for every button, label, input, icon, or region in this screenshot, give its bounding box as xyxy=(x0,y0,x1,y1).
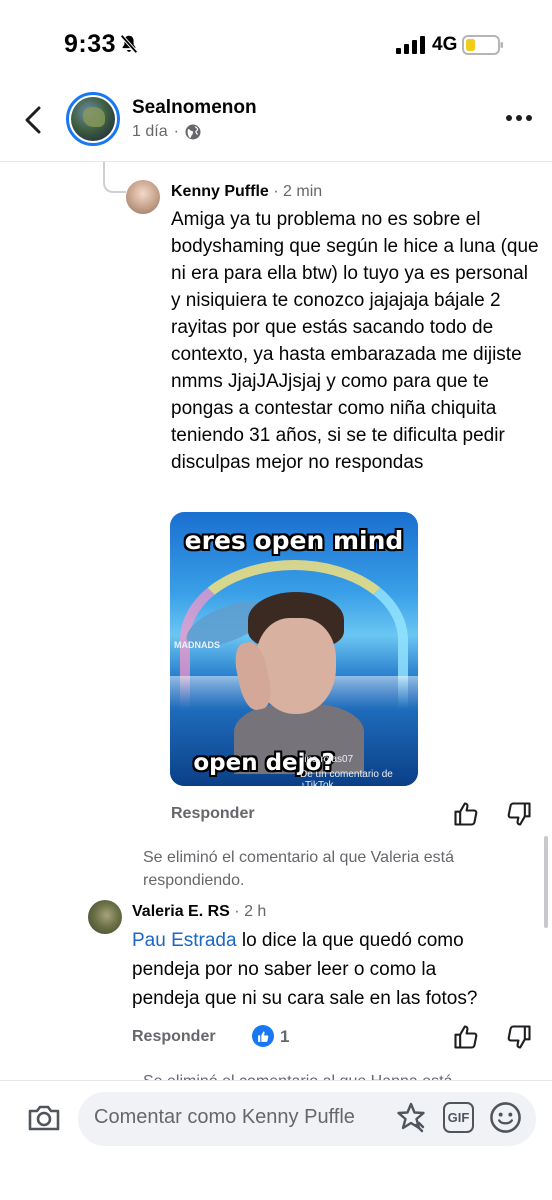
thumbs-down-icon[interactable] xyxy=(505,800,533,828)
comment-author-avatar[interactable] xyxy=(126,180,160,214)
gif-credit-user: lina.rojas07 xyxy=(302,754,354,765)
comment-author-name[interactable]: Valeria E. RS · 2 h xyxy=(132,903,266,921)
post-age: 1 día xyxy=(132,123,168,140)
deleted-comment-note: Se eliminó el comentario al que Valeria … xyxy=(143,849,454,889)
gif-top-caption: eres open mind xyxy=(184,526,404,555)
bell-slash-icon xyxy=(120,34,138,54)
like-count: 1 xyxy=(280,1027,290,1046)
post-header: Sealnomenon 1 día · xyxy=(0,90,552,162)
comment-author-name[interactable]: Kenny Puffle · 2 min xyxy=(171,183,322,201)
comment-time: · 2 min xyxy=(273,183,323,200)
meta-separator: · xyxy=(173,123,179,140)
thumbs-up-icon[interactable] xyxy=(452,1023,480,1051)
status-time: 9:33 xyxy=(64,30,117,58)
sticker-icon[interactable] xyxy=(394,1101,428,1135)
back-button[interactable] xyxy=(18,102,48,138)
back-chevron-icon xyxy=(25,106,41,134)
page-avatar[interactable] xyxy=(66,92,120,146)
signal-bars-icon xyxy=(396,36,425,54)
battery-low-icon xyxy=(462,35,503,55)
comment-author-avatar[interactable] xyxy=(88,900,122,934)
comment-time: · 2 h xyxy=(234,903,267,920)
comment-input-placeholder[interactable]: Comentar como Kenny Puffle xyxy=(94,1106,355,1129)
reply-button[interactable]: Responder xyxy=(132,1028,216,1046)
like-reaction-badge[interactable] xyxy=(252,1025,274,1047)
comment-gif[interactable]: eres open mind MADNADS open dejo? lina.r… xyxy=(170,512,418,786)
scrollbar[interactable] xyxy=(544,836,548,928)
comment-text: Pau Estrada lo dice la que quedó como pe… xyxy=(132,926,532,1013)
reply-button[interactable]: Responder xyxy=(171,805,255,823)
thumbs-down-icon[interactable] xyxy=(505,1023,533,1051)
post-meta: 1 día · xyxy=(132,123,201,141)
status-bar: 9:33 4G xyxy=(0,0,552,90)
page-name[interactable]: Sealnomenon xyxy=(132,97,257,119)
gif-credit-source: De un comentario de ♪TikTok xyxy=(300,769,393,786)
globe-icon xyxy=(185,124,201,140)
gif-button[interactable]: GIF xyxy=(443,1102,474,1133)
comment-text: Amiga ya tu problema no es sobre el body… xyxy=(171,209,539,473)
gif-watermark: MADNADS xyxy=(174,640,220,650)
gif-person xyxy=(231,592,364,774)
author-name-text: Kenny Puffle xyxy=(171,183,269,200)
comment-text-line: lo dice la que quedó como xyxy=(236,930,464,951)
camera-icon[interactable] xyxy=(26,1100,62,1136)
more-dots-icon xyxy=(506,115,532,121)
author-name-text: Valeria E. RS xyxy=(132,903,230,920)
thumbs-up-icon[interactable] xyxy=(452,800,480,828)
comment-text-line: pendeja por no saber leer o como la xyxy=(132,959,437,980)
emoji-icon[interactable] xyxy=(489,1101,522,1134)
mention-link[interactable]: Pau Estrada xyxy=(132,930,237,951)
comment-text-line: pendeja que ni su cara sale en las fotos… xyxy=(132,988,478,1009)
thumbs-up-filled-icon xyxy=(257,1030,268,1042)
network-type: 4G xyxy=(432,34,458,55)
more-options-button[interactable] xyxy=(504,108,534,128)
